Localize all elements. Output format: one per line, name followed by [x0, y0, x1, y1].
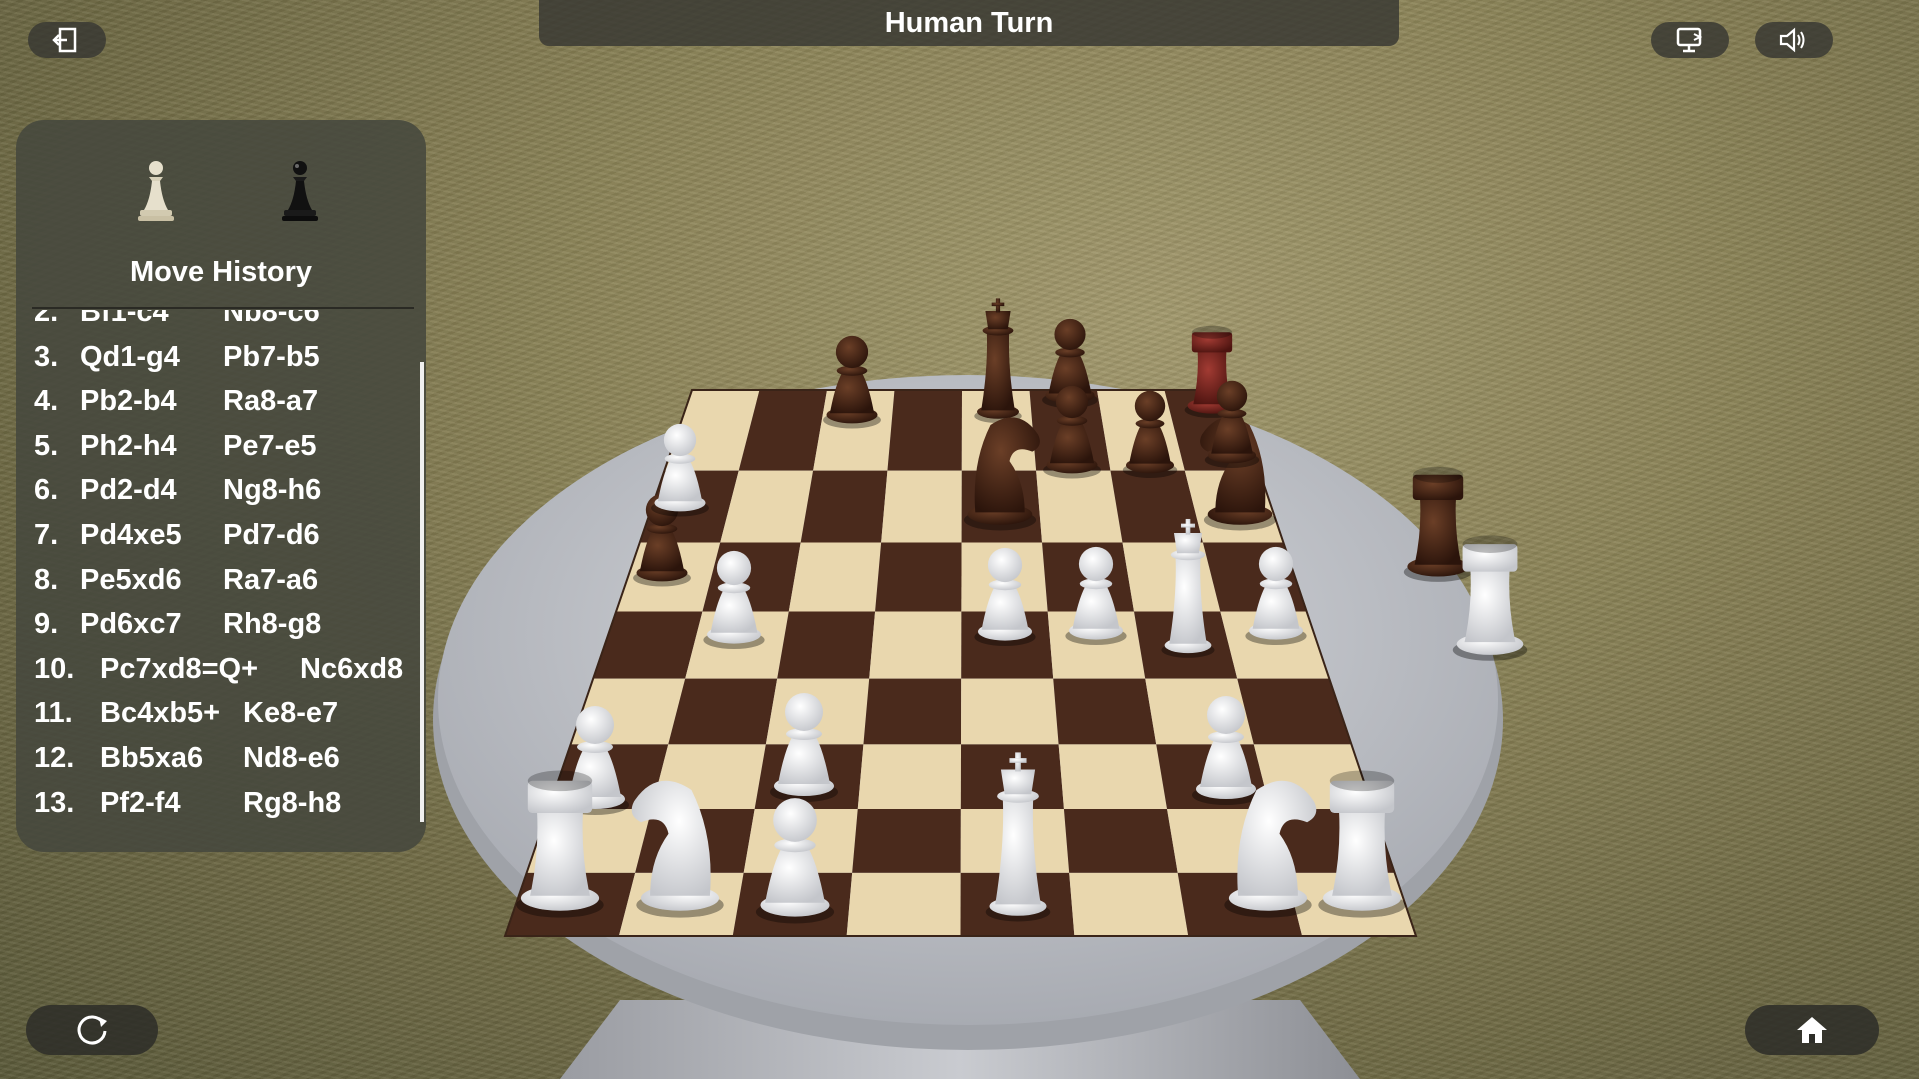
board-square[interactable]	[863, 678, 962, 745]
move-history-row: 13. Pf2-f4 Rg8-h8	[34, 781, 341, 825]
white-move: Pb2-b4	[80, 385, 177, 418]
board-square[interactable]	[887, 390, 962, 471]
black-move: Ke8-e7	[243, 697, 339, 730]
move-number: 3.	[34, 340, 59, 373]
black-move: Ng8-h6	[223, 474, 322, 507]
move-number: 2.	[34, 310, 59, 328]
home-button[interactable]	[1745, 1005, 1879, 1055]
black-move: Nd8-e6	[243, 742, 340, 774]
white-move: Pf2-f4	[100, 786, 181, 819]
board-square[interactable]	[869, 611, 962, 679]
move-number: 9.	[34, 608, 59, 641]
white-move: Pe5xd6	[80, 563, 182, 596]
speaker-icon	[1779, 27, 1805, 53]
white-move: Pc7xd8=Q+	[100, 652, 258, 685]
black-move: Nc6xd8	[300, 652, 404, 685]
board-square[interactable]	[875, 542, 962, 612]
turn-status-text: Human Turn	[884, 6, 1054, 39]
move-history-row: 7. Pd4xe5 Pd7-d6	[34, 513, 320, 557]
black-move: Nb8-c6	[223, 310, 320, 328]
move-number: 11.	[34, 697, 73, 730]
white-move: Pd4xe5	[80, 519, 182, 551]
move-history-list[interactable]: 2. Bf1-c4 Nb8-c6 3. Qd1-g4 Pb7-b5 4. Pb2-b4 Ra8-…	[16, 310, 426, 840]
turn-status-banner: Human Turn	[539, 0, 1399, 46]
board-square[interactable]	[852, 809, 961, 873]
black-move: Ra8-a7	[223, 385, 319, 418]
board-square[interactable]	[1036, 470, 1123, 543]
board-square[interactable]	[857, 744, 962, 810]
restart-icon	[77, 1015, 107, 1045]
move-history-row: 2. Bf1-c4 Nb8-c6	[34, 310, 320, 334]
white-pawn-icon	[138, 161, 174, 221]
move-history-scrollbar[interactable]	[420, 362, 424, 822]
sound-toggle-button[interactable]	[1755, 22, 1833, 58]
black-move: Rh8-g8	[223, 608, 322, 641]
black-rook[interactable]	[1403, 466, 1473, 582]
board-square[interactable]	[800, 470, 888, 543]
move-history-title: Move History	[129, 256, 313, 288]
move-number: 10.	[34, 652, 75, 685]
restart-button[interactable]	[26, 1005, 158, 1055]
exit-button[interactable]	[28, 22, 106, 58]
home-icon	[1797, 1017, 1827, 1043]
move-number: 13.	[34, 786, 75, 819]
move-history-row: 12. Bb5xa6 Nd8-e6	[34, 736, 340, 780]
white-move: Pd6xc7	[80, 608, 182, 641]
board-square[interactable]	[777, 611, 876, 679]
white-move: Ph2-h4	[80, 429, 177, 462]
black-move: Pe7-e5	[223, 429, 317, 462]
move-history-row: 3. Qd1-g4 Pb7-b5	[34, 335, 320, 379]
black-pawn-icon	[282, 161, 318, 221]
move-number: 7.	[34, 519, 59, 551]
move-number: 5.	[34, 429, 59, 462]
camera-view-button[interactable]	[1651, 22, 1729, 58]
exit-icon	[52, 27, 77, 53]
black-move: Rg8-h8	[243, 786, 342, 819]
camera-view-icon	[1676, 27, 1703, 53]
board-square[interactable]	[846, 872, 961, 936]
black-move: Pd7-d6	[223, 519, 320, 551]
white-move: Bc4xb5+	[100, 697, 221, 730]
move-history-row: 4. Pb2-b4 Ra8-a7	[34, 379, 318, 423]
board-square[interactable]	[1058, 744, 1168, 810]
white-move: Bf1-c4	[80, 310, 169, 328]
move-history-row: 10. Pc7xd8=Q+ Nc6xd8	[34, 647, 403, 691]
board-square[interactable]	[1063, 809, 1178, 873]
board-square[interactable]	[881, 470, 962, 543]
move-history-panel: Move History 2. Bf1-c4 Nb8-c6 3. Qd1-g4 Pb7-b…	[16, 120, 426, 852]
move-number: 8.	[34, 563, 59, 596]
board-square[interactable]	[668, 678, 778, 745]
game-scene: Human Turn Move History 2. Bf1-c4 Nb8-c6…	[0, 0, 1919, 1079]
board-square[interactable]	[961, 678, 1059, 745]
move-number: 4.	[34, 385, 59, 418]
board-square[interactable]	[1069, 872, 1189, 936]
move-history-row: 11. Bc4xb5+ Ke8-e7	[34, 691, 338, 735]
move-history-row: 6. Pd2-d4 Ng8-h6	[34, 468, 321, 512]
divider	[32, 307, 414, 309]
move-number: 6.	[34, 474, 59, 507]
white-move: Bb5xa6	[100, 742, 204, 774]
board-square[interactable]	[1053, 678, 1157, 745]
black-move: Ra7-a6	[223, 563, 319, 596]
board-square[interactable]	[788, 542, 882, 612]
white-move: Pd2-d4	[80, 474, 177, 507]
black-move: Pb7-b5	[223, 340, 320, 373]
move-history-row: 5. Ph2-h4 Pe7-e5	[34, 424, 317, 468]
move-number: 12.	[34, 742, 75, 774]
white-move: Qd1-g4	[80, 340, 180, 373]
move-history-row: 8. Pe5xd6 Ra7-a6	[34, 558, 318, 602]
move-history-row: 9. Pd6xc7 Rh8-g8	[34, 602, 321, 646]
